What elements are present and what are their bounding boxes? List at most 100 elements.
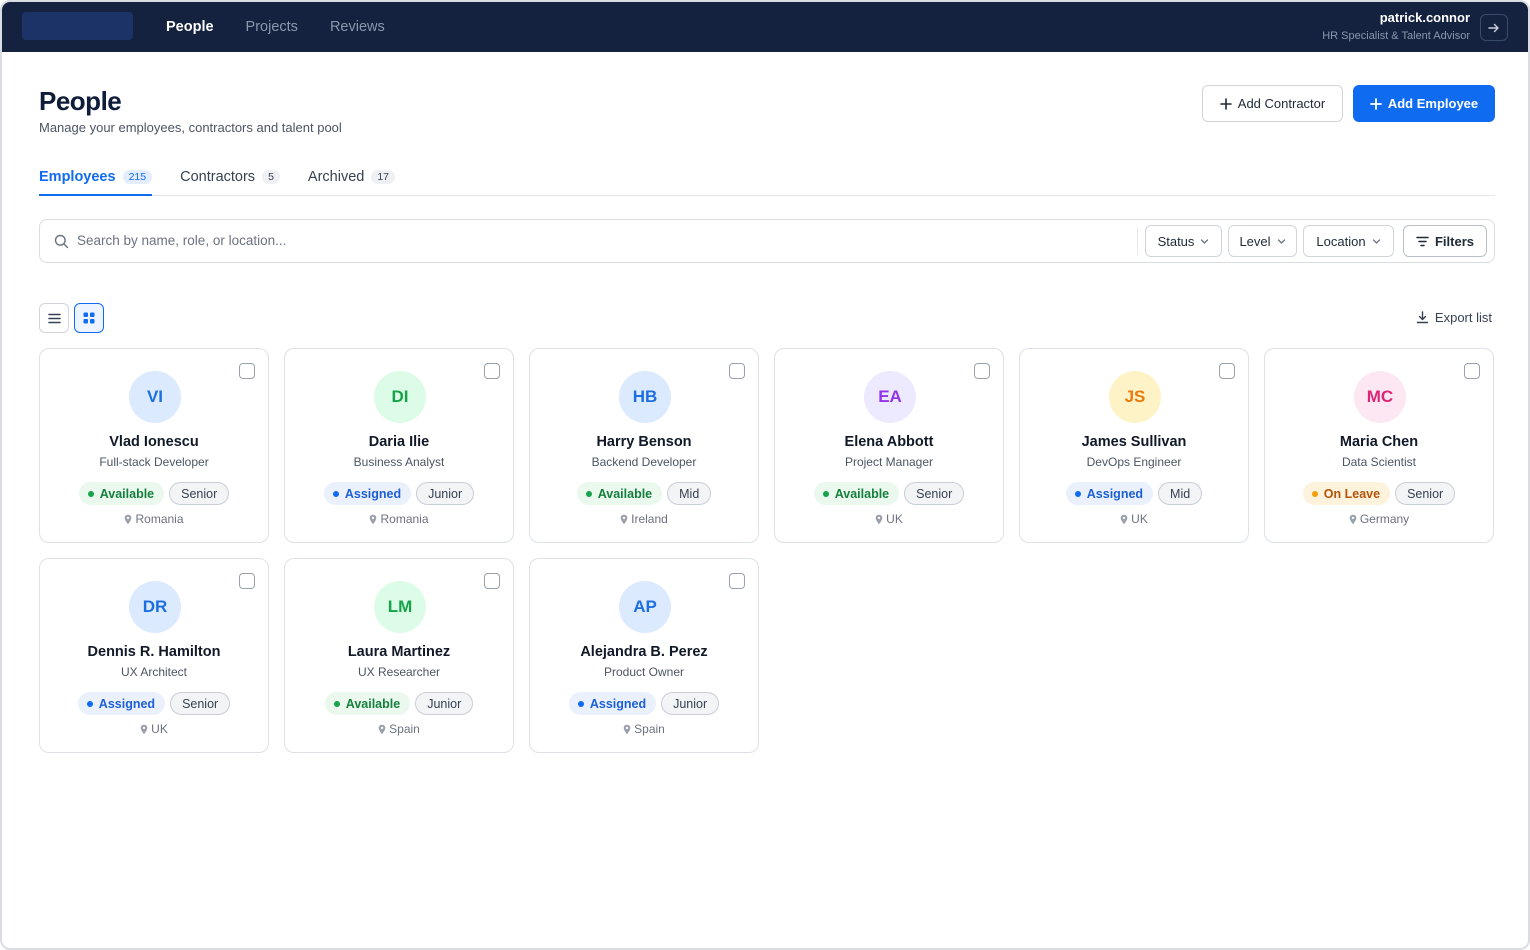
tab-archived[interactable]: Archived 17 bbox=[308, 160, 396, 194]
person-role: UX Researcher bbox=[357, 665, 441, 679]
avatar: MC bbox=[1354, 371, 1406, 423]
badge-row: Assigned Junior bbox=[285, 482, 513, 505]
location-label: Romania bbox=[135, 512, 184, 526]
tab-employees[interactable]: Employees 215 bbox=[39, 160, 153, 194]
person-role: DevOps Engineer bbox=[1086, 455, 1182, 469]
status-filter-label: Status bbox=[1157, 233, 1195, 249]
person-card[interactable]: LM Laura Martinez UX Researcher Available Ju… bbox=[284, 558, 514, 753]
location-label: UK bbox=[151, 722, 168, 736]
logout-button[interactable] bbox=[1480, 14, 1508, 41]
search-input[interactable]: Search by name, role, or location... bbox=[77, 233, 286, 248]
page-subtitle: Manage your employees, contractors and t… bbox=[39, 120, 342, 135]
select-checkbox[interactable] bbox=[239, 573, 255, 589]
location-row: Romania bbox=[40, 512, 268, 526]
location-row: Ireland bbox=[530, 512, 758, 526]
export-list-button[interactable]: Export list bbox=[1416, 310, 1492, 325]
level-badge: Junior bbox=[416, 482, 475, 505]
person-card[interactable]: DI Daria Ilie Business Analyst Assigned Juni… bbox=[284, 348, 514, 543]
person-role: Backend Developer bbox=[591, 455, 697, 469]
status-label: On Leave bbox=[1323, 486, 1381, 501]
select-checkbox[interactable] bbox=[1464, 363, 1480, 379]
level-badge: Senior bbox=[1395, 482, 1456, 505]
status-badge: Assigned bbox=[323, 482, 412, 505]
status-badge: Available bbox=[78, 482, 165, 505]
status-filter-dropdown[interactable]: Status bbox=[1145, 225, 1222, 257]
tab-count: 5 bbox=[262, 170, 280, 184]
page-title: People bbox=[39, 86, 122, 116]
person-role: Full-stack Developer bbox=[99, 455, 209, 469]
grid-view-button[interactable] bbox=[74, 303, 104, 333]
location-filter-dropdown[interactable]: Location bbox=[1303, 225, 1394, 257]
status-badge: Assigned bbox=[77, 692, 166, 715]
person-card[interactable]: MC Maria Chen Data Scientist On Leave Senior… bbox=[1264, 348, 1494, 543]
company-logo[interactable] bbox=[22, 12, 133, 40]
select-checkbox[interactable] bbox=[729, 363, 745, 379]
add-contractor-button[interactable]: Add Contractor bbox=[1202, 85, 1343, 122]
badge-row: Assigned Mid bbox=[1020, 482, 1248, 505]
map-pin-icon bbox=[140, 724, 148, 734]
tab-count: 215 bbox=[122, 170, 153, 184]
people-tabs: Employees 215 Contractors 5 Archived 17 bbox=[39, 160, 1495, 196]
select-checkbox[interactable] bbox=[974, 363, 990, 379]
status-dot-icon bbox=[1074, 490, 1081, 497]
location-row: UK bbox=[40, 722, 268, 736]
status-label: Assigned bbox=[98, 696, 156, 711]
select-checkbox[interactable] bbox=[484, 363, 500, 379]
location-label: UK bbox=[886, 512, 903, 526]
person-card[interactable]: AP Alejandra B. Perez Product Owner Assigne… bbox=[529, 558, 759, 753]
select-checkbox[interactable] bbox=[239, 363, 255, 379]
location-row: Germany bbox=[1265, 512, 1493, 526]
grid-icon bbox=[83, 312, 95, 324]
status-label: Assigned bbox=[344, 486, 402, 501]
plus-icon bbox=[1219, 97, 1232, 110]
location-row: UK bbox=[775, 512, 1003, 526]
arrow-right-icon bbox=[1488, 23, 1499, 32]
tab-label: Contractors bbox=[180, 169, 256, 185]
person-name: Vlad Ionescu bbox=[109, 434, 199, 450]
person-card[interactable]: EA Elena Abbott Project Manager Available Se… bbox=[774, 348, 1004, 543]
user-name: patrick.connor bbox=[1379, 10, 1470, 25]
status-badge: Available bbox=[576, 482, 663, 505]
person-name: Maria Chen bbox=[1339, 434, 1419, 450]
top-navigation-bar: People Projects Reviews patrick.connor H… bbox=[2, 2, 1528, 52]
status-label: Available bbox=[99, 486, 155, 501]
select-checkbox[interactable] bbox=[484, 573, 500, 589]
badge-row: Assigned Senior bbox=[40, 692, 268, 715]
status-label: Assigned bbox=[589, 696, 647, 711]
location-label: Ireland bbox=[631, 512, 668, 526]
user-role: HR Specialist & Talent Advisor bbox=[1322, 30, 1470, 42]
status-label: Available bbox=[597, 486, 653, 501]
status-badge: Assigned bbox=[1065, 482, 1154, 505]
tab-label: Employees bbox=[39, 169, 116, 185]
filters-button[interactable]: Filters bbox=[1403, 225, 1487, 257]
map-pin-icon bbox=[125, 514, 132, 524]
person-card[interactable]: JS James Sullivan DevOps Engineer Assigned M… bbox=[1019, 348, 1249, 543]
search-bar: Search by name, role, or location... Sta… bbox=[39, 219, 1495, 263]
person-card[interactable]: VI Vlad Ionescu Full-stack Developer Availa… bbox=[39, 348, 269, 543]
filters-label: Filters bbox=[1434, 233, 1474, 249]
map-pin-icon bbox=[1120, 514, 1128, 524]
level-filter-dropdown[interactable]: Level bbox=[1228, 225, 1297, 257]
chevron-down-icon bbox=[1372, 238, 1380, 244]
map-pin-icon bbox=[378, 724, 386, 734]
person-card[interactable]: HB Harry Benson Backend Developer Available… bbox=[529, 348, 759, 543]
status-badge: Assigned bbox=[568, 692, 657, 715]
badge-row: Available Senior bbox=[40, 482, 268, 505]
select-checkbox[interactable] bbox=[729, 573, 745, 589]
level-badge: Mid bbox=[667, 482, 712, 505]
location-row: Spain bbox=[530, 722, 758, 736]
badge-row: Assigned Junior bbox=[530, 692, 758, 715]
select-checkbox[interactable] bbox=[1219, 363, 1235, 379]
list-view-button[interactable] bbox=[39, 303, 69, 333]
add-employee-button[interactable]: Add Employee bbox=[1353, 85, 1495, 122]
location-label: Spain bbox=[389, 722, 420, 736]
nav-item-reviews[interactable]: Reviews bbox=[314, 2, 401, 52]
tab-contractors[interactable]: Contractors 5 bbox=[180, 160, 280, 194]
badge-row: On Leave Senior bbox=[1265, 482, 1493, 505]
person-card[interactable]: DR Dennis R. Hamilton UX Architect Assigned… bbox=[39, 558, 269, 753]
avatar: HB bbox=[619, 371, 671, 423]
nav-item-projects[interactable]: Projects bbox=[230, 2, 314, 52]
nav-item-people[interactable]: People bbox=[150, 2, 230, 52]
chevron-down-icon bbox=[1277, 238, 1285, 244]
status-dot-icon bbox=[822, 490, 829, 497]
